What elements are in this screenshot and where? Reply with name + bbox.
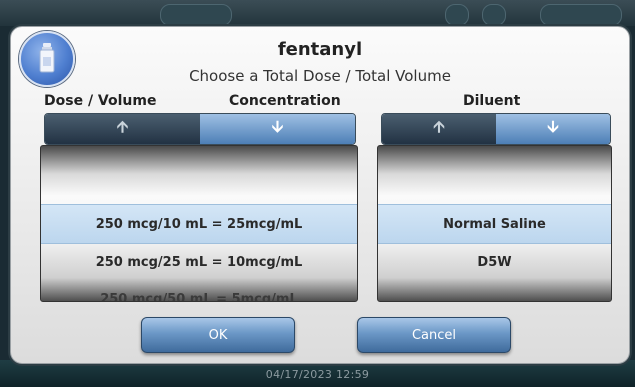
column-header-dose-volume: Dose / Volume (44, 93, 157, 109)
arrow-down-icon: 🡫 (271, 116, 284, 136)
dialog-subtitle: Choose a Total Dose / Total Volume (189, 67, 451, 85)
dose-list-item[interactable]: 250 mcg/50 mL = 5mcg/mL (41, 280, 357, 302)
status-datetime: 04/17/2023 12:59 (265, 368, 370, 381)
background-icon-button (482, 4, 506, 26)
dose-list-item[interactable]: 250 mcg/10 mL = 25mcg/mL (41, 204, 357, 244)
diluent-sort-bar: 🡩 🡫 (381, 113, 611, 145)
diluent-list-item[interactable]: Normal Saline (378, 204, 611, 244)
arrow-up-icon: 🡩 (116, 116, 129, 136)
ok-button[interactable]: OK (141, 317, 295, 353)
dose-volume-list[interactable]: 250 mcg/10 mL = 25mcg/mL 250 mcg/25 mL =… (40, 145, 358, 302)
dose-list-item[interactable]: 250 mcg/25 mL = 10mcg/mL (41, 243, 357, 281)
column-header-concentration: Concentration (229, 93, 341, 109)
diluent-sort-down-button[interactable]: 🡫 (496, 114, 610, 144)
diluent-sort-up-button[interactable]: 🡩 (382, 114, 496, 144)
background-status-pill (540, 4, 622, 26)
drug-name-title: fentanyl (277, 39, 363, 60)
arrow-down-icon: 🡫 (547, 116, 559, 136)
background-icon-button (445, 4, 469, 26)
diluent-list[interactable]: Normal Saline D5W (377, 145, 612, 302)
arrow-up-icon: 🡩 (433, 116, 445, 136)
dose-selection-dialog: fentanyl Choose a Total Dose / Total Vol… (10, 26, 630, 364)
cancel-button[interactable]: Cancel (357, 317, 511, 353)
dose-sort-up-button[interactable]: 🡩 (45, 114, 200, 144)
background-top-bar (0, 0, 635, 26)
dose-sort-down-button[interactable]: 🡫 (200, 114, 355, 144)
background-status-pill (160, 4, 232, 26)
dose-sort-bar: 🡩 🡫 (44, 113, 356, 145)
column-header-diluent: Diluent (463, 93, 521, 109)
diluent-list-item[interactable]: D5W (378, 243, 611, 281)
